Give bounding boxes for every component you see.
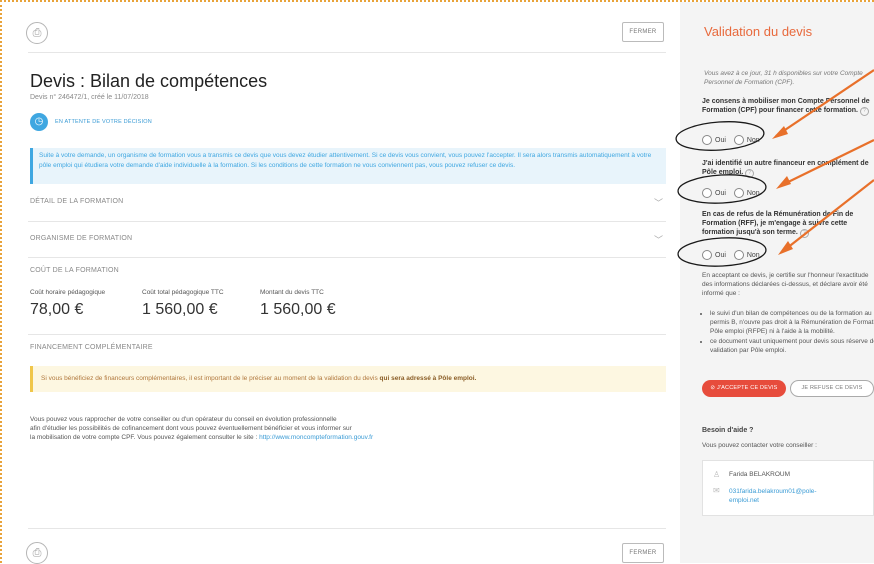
advice-line: afin d'étudier les possibilités de cofin… <box>30 425 352 432</box>
question-text: J'ai identifié un autre financeur en com… <box>702 160 869 176</box>
radio-group-financeur: Oui Non <box>702 188 766 198</box>
accept-quote-button[interactable]: ⊘ J'ACCEPTE CE DEVIS <box>702 380 786 397</box>
help-subtitle: Vous pouvez contacter votre conseiller : <box>702 442 817 449</box>
cost-value: 1 560,00 € <box>260 301 336 318</box>
help-icon[interactable]: ? <box>859 107 869 116</box>
radio-group-cpf: Oui Non <box>702 135 766 145</box>
cpf-link[interactable]: http://www.moncompteformation.gouv.fr <box>259 434 373 441</box>
divider <box>28 52 666 53</box>
radio-group-rff: Oui Non <box>702 250 766 260</box>
conditions-list: le suivi d'un bilan de compétences ou de… <box>702 309 874 356</box>
list-item: ce document vaut uniquement pour devis s… <box>710 337 874 355</box>
quote-subtitle: Devis n° 246472/1, créé le 11/07/2018 <box>30 94 149 101</box>
help-icon[interactable]: ? <box>745 169 755 178</box>
refuse-quote-button[interactable]: JE REFUSE CE DEVIS <box>790 380 874 397</box>
sidebar-title: Validation du devis <box>704 24 813 39</box>
cost-label: Coût total pédagogique TTC <box>142 289 224 296</box>
close-button-bottom[interactable]: FERMER <box>622 543 664 563</box>
radio-label: Oui <box>715 189 726 197</box>
close-button-top[interactable]: FERMER <box>622 22 664 42</box>
print-icon[interactable]: ⎙ <box>26 542 48 564</box>
chevron-down-icon[interactable]: ﹀ <box>654 196 663 209</box>
cost-value: 1 560,00 € <box>142 301 218 318</box>
warning-message: Si vous bénéficiez de financeurs complém… <box>30 366 666 392</box>
advisor-email[interactable]: 031farida.belakroum01@pole-emploi.net <box>729 487 839 505</box>
radio-label: Non <box>746 251 760 259</box>
help-icon[interactable]: ? <box>799 229 809 238</box>
advisor-card: ♙ Farida BELAKROUM ✉ 031farida.belakroum… <box>702 460 874 516</box>
list-item: le suivi d'un bilan de compétences ou de… <box>710 309 874 336</box>
radio-label: Oui <box>715 251 726 259</box>
page-title: Devis : Bilan de compétences <box>30 71 268 91</box>
accept-label: J'ACCEPTE CE DEVIS <box>716 385 778 391</box>
radio-non[interactable] <box>733 135 744 145</box>
question-rff: En cas de refus de la Rémunération de Fi… <box>702 210 872 238</box>
cost-label: Coût horaire pédagogique <box>30 289 106 296</box>
section-financement: FINANCEMENT COMPLÉMENTAIRE <box>30 344 153 351</box>
certification-text: En acceptant ce devis, je certifie sur l… <box>702 272 869 297</box>
clock-icon: ◷ <box>30 113 48 131</box>
question-text: En cas de refus de la Rémunération de Fi… <box>702 211 854 236</box>
chevron-down-icon[interactable]: ﹀ <box>654 233 663 246</box>
print-icon[interactable]: ⎙ <box>26 22 48 44</box>
cpf-hours-info: Vous avez à ce jour, 31 h disponibles su… <box>704 70 863 86</box>
cost-label: Montant du devis TTC <box>260 289 324 296</box>
mail-icon: ✉ <box>713 486 720 495</box>
divider <box>28 334 666 335</box>
divider <box>28 528 666 529</box>
status-badge: EN ATTENTE DE VOTRE DÉCISION <box>55 119 152 125</box>
main-panel: ⎙ FERMER Devis : Bilan de compétences De… <box>2 2 678 564</box>
advice-line: la mobilisation de votre compte CPF. Vou… <box>30 434 260 441</box>
section-detail[interactable]: DÉTAIL DE LA FORMATION <box>30 198 123 205</box>
radio-label: Non <box>746 136 760 144</box>
warning-bold: qui sera adressé à Pôle emploi. <box>379 375 477 382</box>
radio-non[interactable] <box>733 188 744 198</box>
info-message: Suite à votre demande, un organisme de f… <box>30 148 666 184</box>
divider <box>28 257 666 258</box>
user-icon: ♙ <box>713 470 721 479</box>
question-text: Je consens à mobiliser mon Compte Person… <box>702 98 870 114</box>
cost-value: 78,00 € <box>30 301 84 318</box>
question-cpf: Je consens à mobiliser mon Compte Person… <box>702 97 872 116</box>
advice-line: Vous pouvez vous rapprocher de votre con… <box>30 416 337 423</box>
section-cout: COÛT DE LA FORMATION <box>30 267 119 274</box>
radio-oui[interactable] <box>702 188 712 198</box>
validation-sidebar: Validation du devis Vous avez à ce jour,… <box>680 2 874 563</box>
help-heading: Besoin d'aide ? <box>702 427 754 434</box>
warning-text: Si vous bénéficiez de financeurs complém… <box>41 375 380 382</box>
radio-oui[interactable] <box>702 135 712 145</box>
radio-label: Oui <box>715 136 726 144</box>
divider <box>28 221 666 222</box>
advice-paragraph: Vous pouvez vous rapprocher de votre con… <box>30 415 470 442</box>
advisor-name: Farida BELAKROUM <box>729 471 791 478</box>
section-organisme[interactable]: ORGANISME DE FORMATION <box>30 235 132 242</box>
question-financeur: J'ai identifié un autre financeur en com… <box>702 159 872 178</box>
radio-oui[interactable] <box>702 250 712 260</box>
radio-label: Non <box>746 189 760 197</box>
radio-non[interactable] <box>733 250 744 260</box>
